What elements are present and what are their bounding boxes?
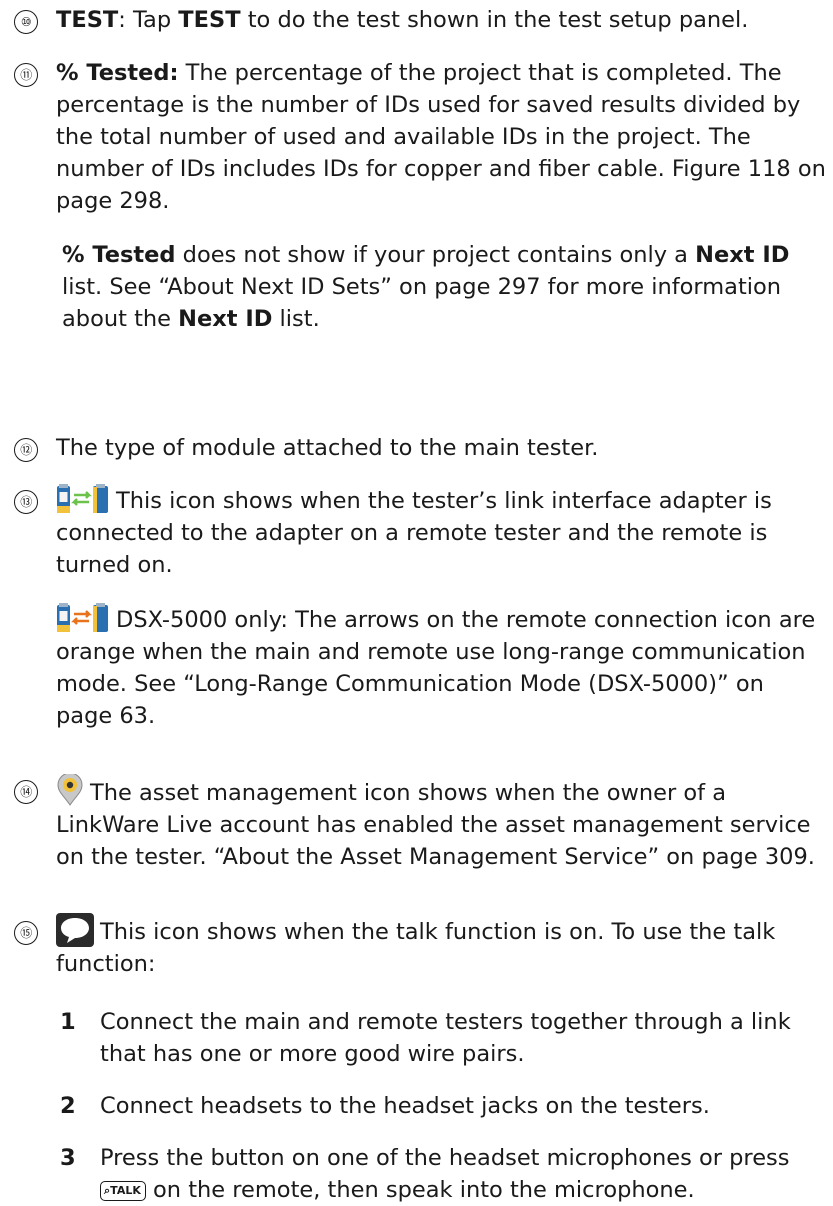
item-body: The asset management icon shows when the… bbox=[56, 774, 826, 873]
callout-number: ⑩ bbox=[14, 10, 38, 34]
paragraph: DSX-5000 only: The arrows on the remote … bbox=[56, 603, 826, 732]
step-number: 2 bbox=[60, 1093, 76, 1119]
term: % Tested: bbox=[56, 60, 179, 86]
step-text: Press the button on one of the headset m… bbox=[100, 1142, 810, 1206]
item-text: Press the button on one of the headset m… bbox=[100, 1145, 790, 1171]
step-number: 1 bbox=[60, 1009, 76, 1035]
remote-connected-icon bbox=[57, 484, 108, 513]
term: TEST bbox=[56, 7, 119, 33]
item-text: DSX-5000 only: The arrows on the remote … bbox=[56, 607, 816, 729]
remote-long-range-icon bbox=[57, 603, 108, 632]
item-body: TEST: Tap TEST to do the test shown in t… bbox=[56, 4, 826, 36]
term: % Tested bbox=[62, 242, 176, 268]
callout-number: ⑬ bbox=[14, 490, 38, 514]
item-text: on the remote, then speak into the micro… bbox=[145, 1177, 695, 1203]
paragraph: This icon shows when the tester’s link i… bbox=[56, 484, 826, 581]
item-text: This icon shows when the talk function i… bbox=[56, 919, 776, 977]
item-body: This icon shows when the talk function i… bbox=[56, 913, 826, 980]
item-text: This icon shows when the tester’s link i… bbox=[56, 488, 772, 578]
item-text: : Tap bbox=[118, 7, 179, 33]
callout-number: ⑪ bbox=[14, 63, 38, 87]
term: Next ID bbox=[695, 242, 790, 268]
callout-number: ⑭ bbox=[14, 780, 38, 804]
talk-bubble-icon bbox=[56, 913, 94, 947]
item-text: does not show if your project contains o… bbox=[175, 242, 696, 268]
item-body: The type of module attached to the main … bbox=[56, 435, 599, 461]
item-text: The asset management icon shows when the… bbox=[56, 780, 815, 870]
callout-number: ⑫ bbox=[14, 438, 38, 462]
paragraph: % Tested does not show if your project c… bbox=[56, 239, 826, 335]
item-body: % Tested: The percentage of the project … bbox=[56, 57, 826, 335]
item-body: This icon shows when the tester’s link i… bbox=[56, 484, 826, 732]
talk-key: ⌕TALK bbox=[100, 1181, 146, 1201]
step-text: Connect headsets to the headset jacks on… bbox=[100, 1093, 710, 1119]
callout-number: ⑮ bbox=[14, 921, 38, 945]
key-label: TALK bbox=[110, 1184, 141, 1197]
item-text: list. See “About Next ID Sets” on page 2… bbox=[62, 274, 782, 332]
item-text: to do the test shown in the test setup p… bbox=[240, 7, 749, 33]
step-text: Connect the main and remote testers toge… bbox=[100, 1009, 791, 1067]
paragraph: % Tested: The percentage of the project … bbox=[56, 57, 826, 217]
asset-management-icon bbox=[57, 774, 83, 806]
step-number: 3 bbox=[60, 1145, 76, 1171]
item-text: list. bbox=[272, 306, 320, 332]
term: TEST bbox=[178, 7, 241, 33]
term: Next ID bbox=[178, 306, 273, 332]
